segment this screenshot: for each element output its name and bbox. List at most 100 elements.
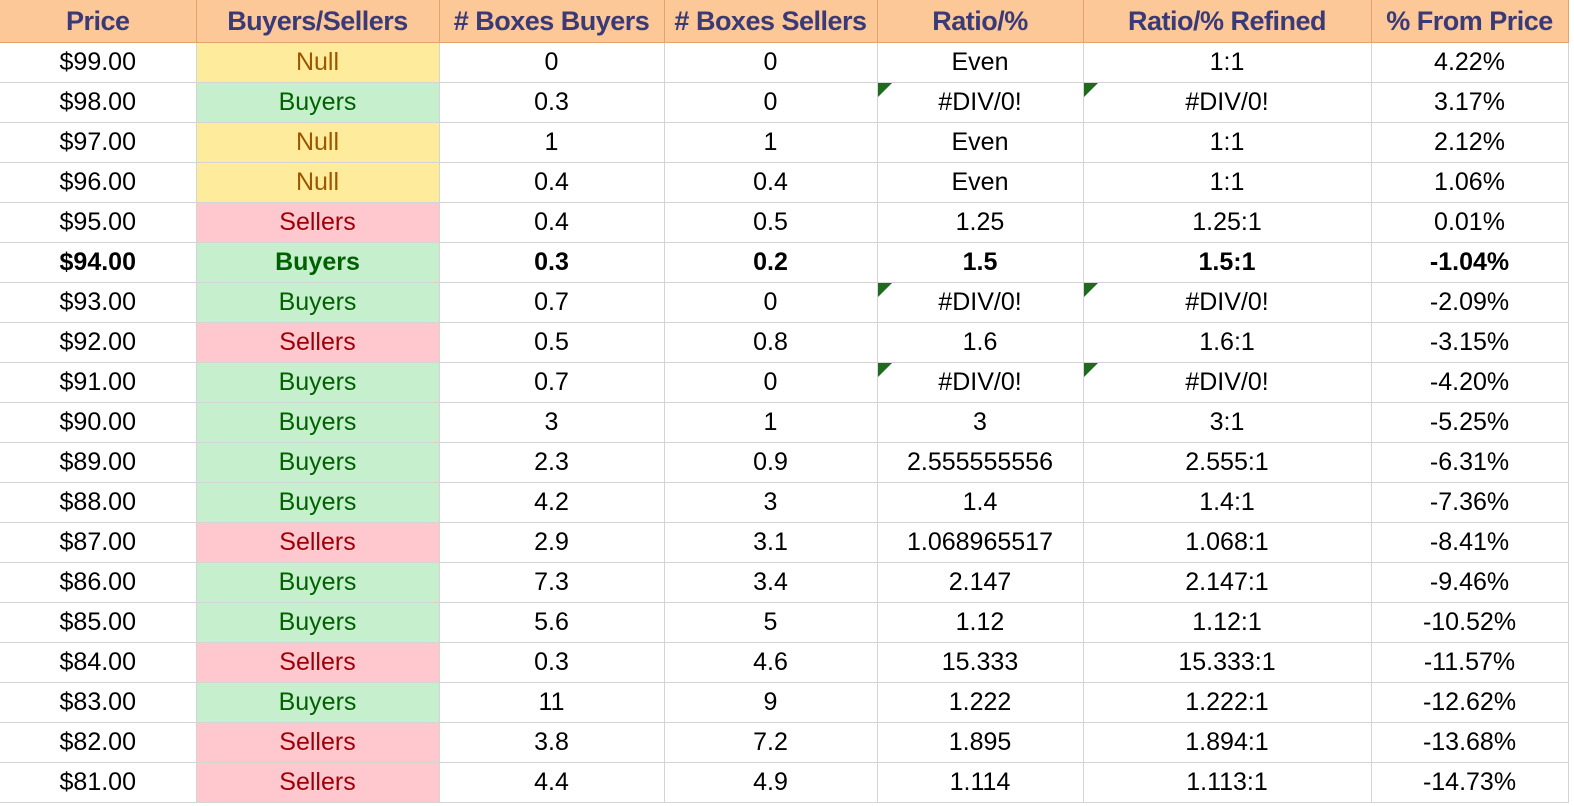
price-cell[interactable]: $85.00: [0, 602, 197, 643]
boxes-buyers-cell[interactable]: 0.5: [439, 322, 665, 363]
ratio-refined-cell[interactable]: 1.068:1: [1083, 522, 1372, 563]
ratio-cell[interactable]: 3: [877, 402, 1084, 443]
boxes-sellers-cell[interactable]: 0.9: [664, 442, 878, 483]
from-price-cell[interactable]: 3.17%: [1371, 82, 1569, 123]
from-price-cell[interactable]: -11.57%: [1371, 642, 1569, 683]
ratio-refined-cell[interactable]: 2.147:1: [1083, 562, 1372, 603]
from-price-cell[interactable]: -9.46%: [1371, 562, 1569, 603]
ratio-refined-cell[interactable]: 1.5:1: [1083, 242, 1372, 283]
ratio-cell[interactable]: #DIV/0!: [877, 282, 1084, 323]
column-header-boxes-buyers[interactable]: # Boxes Buyers: [439, 0, 665, 43]
price-cell[interactable]: $95.00: [0, 202, 197, 243]
ratio-refined-cell[interactable]: #DIV/0!: [1083, 362, 1372, 403]
boxes-buyers-cell[interactable]: 0.7: [439, 282, 665, 323]
error-indicator-icon[interactable]: [1083, 83, 1098, 97]
ratio-refined-cell[interactable]: #DIV/0!: [1083, 282, 1372, 323]
column-header-boxes-sellers[interactable]: # Boxes Sellers: [664, 0, 878, 43]
from-price-cell[interactable]: -2.09%: [1371, 282, 1569, 323]
ratio-refined-cell[interactable]: 1.25:1: [1083, 202, 1372, 243]
boxes-buyers-cell[interactable]: 0.3: [439, 642, 665, 683]
ratio-cell[interactable]: 1.4: [877, 482, 1084, 523]
ratio-cell[interactable]: 2.555555556: [877, 442, 1084, 483]
price-cell[interactable]: $87.00: [0, 522, 197, 563]
from-price-cell[interactable]: -1.04%: [1371, 242, 1569, 283]
side-cell[interactable]: Buyers: [196, 402, 440, 443]
from-price-cell[interactable]: -12.62%: [1371, 682, 1569, 723]
boxes-sellers-cell[interactable]: 9: [664, 682, 878, 723]
price-cell[interactable]: $99.00: [0, 42, 197, 83]
ratio-refined-cell[interactable]: #DIV/0!: [1083, 82, 1372, 123]
boxes-sellers-cell[interactable]: 4.6: [664, 642, 878, 683]
boxes-buyers-cell[interactable]: 0.3: [439, 82, 665, 123]
boxes-sellers-cell[interactable]: 0.4: [664, 162, 878, 203]
price-cell[interactable]: $97.00: [0, 122, 197, 163]
side-cell[interactable]: Sellers: [196, 322, 440, 363]
boxes-sellers-cell[interactable]: 4.9: [664, 762, 878, 803]
side-cell[interactable]: Sellers: [196, 522, 440, 563]
boxes-buyers-cell[interactable]: 2.3: [439, 442, 665, 483]
boxes-buyers-cell[interactable]: 11: [439, 682, 665, 723]
ratio-cell[interactable]: #DIV/0!: [877, 362, 1084, 403]
boxes-buyers-cell[interactable]: 4.4: [439, 762, 665, 803]
price-cell[interactable]: $93.00: [0, 282, 197, 323]
from-price-cell[interactable]: 4.22%: [1371, 42, 1569, 83]
boxes-sellers-cell[interactable]: 3.1: [664, 522, 878, 563]
boxes-buyers-cell[interactable]: 0.7: [439, 362, 665, 403]
price-cell[interactable]: $89.00: [0, 442, 197, 483]
from-price-cell[interactable]: 2.12%: [1371, 122, 1569, 163]
price-cell[interactable]: $91.00: [0, 362, 197, 403]
price-cell[interactable]: $88.00: [0, 482, 197, 523]
price-cell[interactable]: $81.00: [0, 762, 197, 803]
side-cell[interactable]: Buyers: [196, 562, 440, 603]
boxes-sellers-cell[interactable]: 3: [664, 482, 878, 523]
price-cell[interactable]: $94.00: [0, 242, 197, 283]
price-cell[interactable]: $96.00: [0, 162, 197, 203]
side-cell[interactable]: Buyers: [196, 362, 440, 403]
boxes-sellers-cell[interactable]: 0.8: [664, 322, 878, 363]
ratio-cell[interactable]: 1.114: [877, 762, 1084, 803]
price-cell[interactable]: $90.00: [0, 402, 197, 443]
ratio-cell[interactable]: 1.25: [877, 202, 1084, 243]
from-price-cell[interactable]: -14.73%: [1371, 762, 1569, 803]
from-price-cell[interactable]: -10.52%: [1371, 602, 1569, 643]
from-price-cell[interactable]: -13.68%: [1371, 722, 1569, 763]
ratio-refined-cell[interactable]: 1:1: [1083, 122, 1372, 163]
side-cell[interactable]: Buyers: [196, 682, 440, 723]
boxes-sellers-cell[interactable]: 1: [664, 402, 878, 443]
boxes-buyers-cell[interactable]: 5.6: [439, 602, 665, 643]
price-cell[interactable]: $82.00: [0, 722, 197, 763]
side-cell[interactable]: Buyers: [196, 282, 440, 323]
side-cell[interactable]: Buyers: [196, 482, 440, 523]
price-cell[interactable]: $83.00: [0, 682, 197, 723]
price-cell[interactable]: $86.00: [0, 562, 197, 603]
side-cell[interactable]: Sellers: [196, 762, 440, 803]
side-cell[interactable]: Buyers: [196, 602, 440, 643]
ratio-refined-cell[interactable]: 1:1: [1083, 162, 1372, 203]
ratio-refined-cell[interactable]: 1.113:1: [1083, 762, 1372, 803]
boxes-buyers-cell[interactable]: 3: [439, 402, 665, 443]
ratio-refined-cell[interactable]: 1.222:1: [1083, 682, 1372, 723]
from-price-cell[interactable]: -4.20%: [1371, 362, 1569, 403]
from-price-cell[interactable]: -6.31%: [1371, 442, 1569, 483]
ratio-cell[interactable]: 2.147: [877, 562, 1084, 603]
ratio-refined-cell[interactable]: 3:1: [1083, 402, 1372, 443]
boxes-buyers-cell[interactable]: 7.3: [439, 562, 665, 603]
error-indicator-icon[interactable]: [1083, 283, 1098, 297]
boxes-sellers-cell[interactable]: 0: [664, 42, 878, 83]
side-cell[interactable]: Buyers: [196, 242, 440, 283]
ratio-refined-cell[interactable]: 15.333:1: [1083, 642, 1372, 683]
side-cell[interactable]: Null: [196, 122, 440, 163]
boxes-sellers-cell[interactable]: 0.2: [664, 242, 878, 283]
error-indicator-icon[interactable]: [877, 83, 892, 97]
ratio-refined-cell[interactable]: 1.894:1: [1083, 722, 1372, 763]
boxes-buyers-cell[interactable]: 0.4: [439, 202, 665, 243]
from-price-cell[interactable]: -8.41%: [1371, 522, 1569, 563]
ratio-cell[interactable]: 1.895: [877, 722, 1084, 763]
boxes-buyers-cell[interactable]: 0: [439, 42, 665, 83]
ratio-refined-cell[interactable]: 2.555:1: [1083, 442, 1372, 483]
side-cell[interactable]: Sellers: [196, 722, 440, 763]
boxes-buyers-cell[interactable]: 4.2: [439, 482, 665, 523]
price-cell[interactable]: $92.00: [0, 322, 197, 363]
boxes-buyers-cell[interactable]: 1: [439, 122, 665, 163]
price-cell[interactable]: $84.00: [0, 642, 197, 683]
